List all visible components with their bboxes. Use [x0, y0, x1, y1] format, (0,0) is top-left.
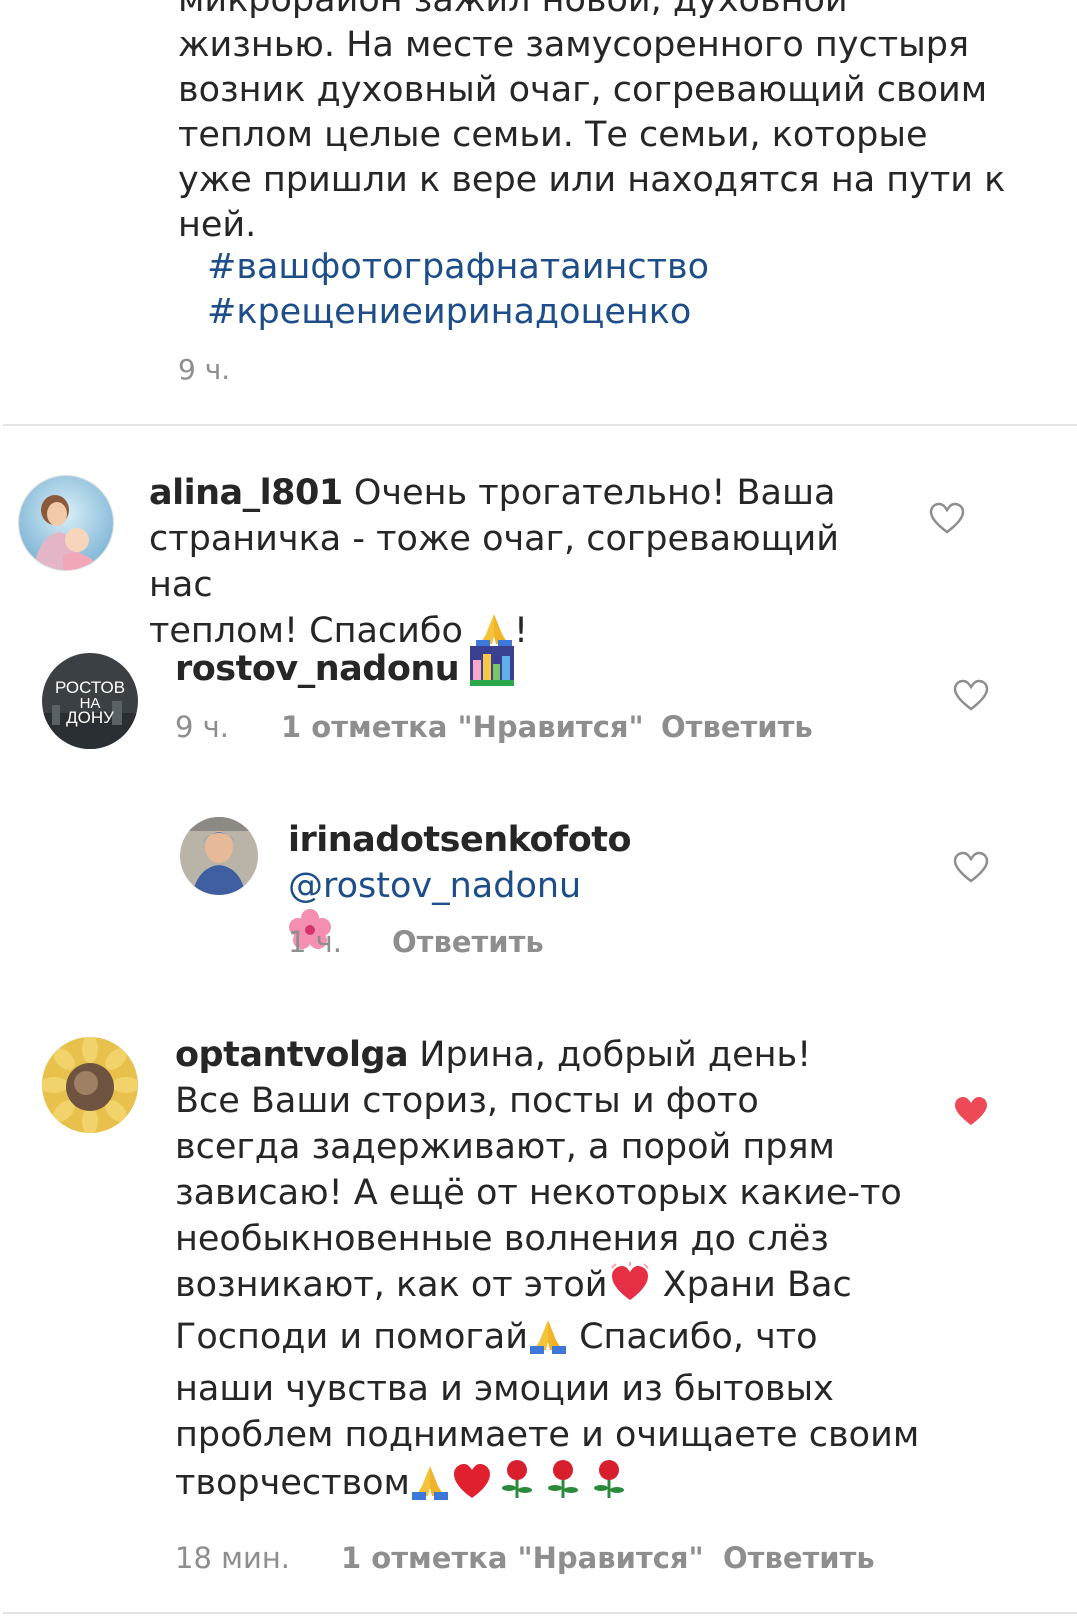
- heart-filled-icon[interactable]: [953, 1095, 989, 1127]
- comment-line: всегда задерживают, а порой прям: [175, 1127, 835, 1167]
- comment-line: alina_l801 Очень трогательно! Ваша: [149, 470, 909, 516]
- comment-time: 9 ч.: [175, 710, 230, 744]
- comment-line: irinadotsenkofoto @rostov_nadonu: [288, 817, 928, 909]
- comment-rostov: rostov_nadonu: [175, 646, 935, 698]
- likes-count[interactable]: 1 отметка "Нравится": [281, 710, 644, 744]
- comment-line: optantvolga Ирина, добрый день!: [175, 1032, 955, 1078]
- heart-outline-icon[interactable]: [953, 851, 989, 883]
- heart-outline-icon[interactable]: [953, 679, 989, 711]
- comment-body: Спасибо, что: [567, 1317, 818, 1357]
- heart-outline-icon[interactable]: [929, 502, 965, 534]
- avatar-alina[interactable]: [18, 475, 114, 571]
- comment-line: творчеством: [175, 1458, 955, 1512]
- praying-hands-emoji: [528, 1316, 568, 1366]
- comment-time: 1 ч.: [288, 925, 343, 959]
- comment-line: наши чувства и эмоции из бытовых: [175, 1369, 834, 1409]
- comment-line: возникают, как от этой Храни Вас: [175, 1262, 955, 1314]
- hashtag-list: #вашфотографнатаинство #крещениеиринадоц…: [207, 245, 709, 335]
- reply-button[interactable]: Ответить: [661, 710, 813, 744]
- comment-meta: 18 мин. 1 отметка "Нравится" Ответить: [175, 1541, 935, 1581]
- post-caption: микрорайон зажил новой, духовной жизнью.…: [178, 0, 1018, 248]
- comment-line: Все Ваши сториз, посты и фото: [175, 1081, 759, 1121]
- likes-count[interactable]: 1 отметка "Нравится": [341, 1541, 704, 1575]
- comment-username[interactable]: alina_l801: [149, 473, 343, 513]
- comment-username[interactable]: rostov_nadonu: [175, 649, 460, 689]
- comment-meta: 9 ч. 1 отметка "Нравится" Ответить: [175, 710, 875, 750]
- comment-time: 18 мин.: [175, 1541, 291, 1575]
- comment-line: необыкновенные волнения до слёз: [175, 1219, 829, 1259]
- comment-username[interactable]: optantvolga: [175, 1035, 409, 1075]
- comment-line: Господи и помогай Спасибо, что: [175, 1314, 955, 1366]
- avatar-rostov[interactable]: РОСТОВ НА ДОНУ: [42, 653, 138, 749]
- comment-body: !: [514, 611, 529, 651]
- avatar-text-line: ДОНУ: [66, 708, 114, 727]
- praying-hands-emoji: [410, 1462, 450, 1512]
- comment-line: страничка - тоже очаг, согревающий нас: [149, 519, 840, 605]
- caption-line-top: микрорайон зажил новой, духовной: [178, 0, 848, 20]
- comment-line: зависаю! А ещё от некоторых какие-то: [175, 1173, 902, 1213]
- rose-emoji: [494, 1458, 540, 1512]
- caption-text: жизнью. На месте замусоренного пустыря в…: [178, 25, 1006, 245]
- avatar-optantvolga[interactable]: [42, 1037, 138, 1133]
- comment-body: Господи и помогай: [175, 1317, 528, 1357]
- cityscape-emoji: [470, 646, 515, 698]
- comment-body: теплом! Спасибо: [149, 611, 475, 651]
- comment-body: возникают, как от этой: [175, 1265, 608, 1305]
- reply-button[interactable]: Ответить: [723, 1541, 875, 1575]
- comment-body: Храни Вас: [651, 1265, 852, 1305]
- comment-body: Очень трогательно! Ваша: [353, 473, 836, 513]
- comment-line: проблем поднимаете и очищаете своим: [175, 1415, 920, 1455]
- mention-link[interactable]: @rostov_nadonu: [288, 866, 581, 906]
- bottom-divider: [3, 1612, 1077, 1614]
- hashtag-link[interactable]: #крещениеиринадоценко: [207, 290, 709, 335]
- avatar-irina[interactable]: [180, 817, 258, 895]
- comment-body: творчеством: [175, 1463, 410, 1503]
- sparkling-heart-emoji: [608, 1262, 652, 1314]
- rose-emoji: [586, 1458, 632, 1512]
- red-heart-emoji: [450, 1460, 494, 1512]
- post-timestamp: 9 ч.: [178, 353, 231, 386]
- comment-body: Ирина, добрый день!: [419, 1035, 812, 1075]
- comment-alina: alina_l801 Очень трогательно! Ваша стран…: [149, 470, 909, 660]
- comment-optantvolga: optantvolga Ирина, добрый день! Все Ваши…: [175, 1032, 955, 1512]
- rose-emoji: [540, 1458, 586, 1512]
- comment-meta: 1 ч. Ответить: [288, 925, 788, 965]
- caption-divider: [3, 424, 1077, 426]
- hashtag-link[interactable]: #вашфотографнатаинство: [207, 245, 709, 290]
- comment-username[interactable]: irinadotsenkofoto: [288, 820, 632, 860]
- reply-button[interactable]: Ответить: [392, 925, 544, 959]
